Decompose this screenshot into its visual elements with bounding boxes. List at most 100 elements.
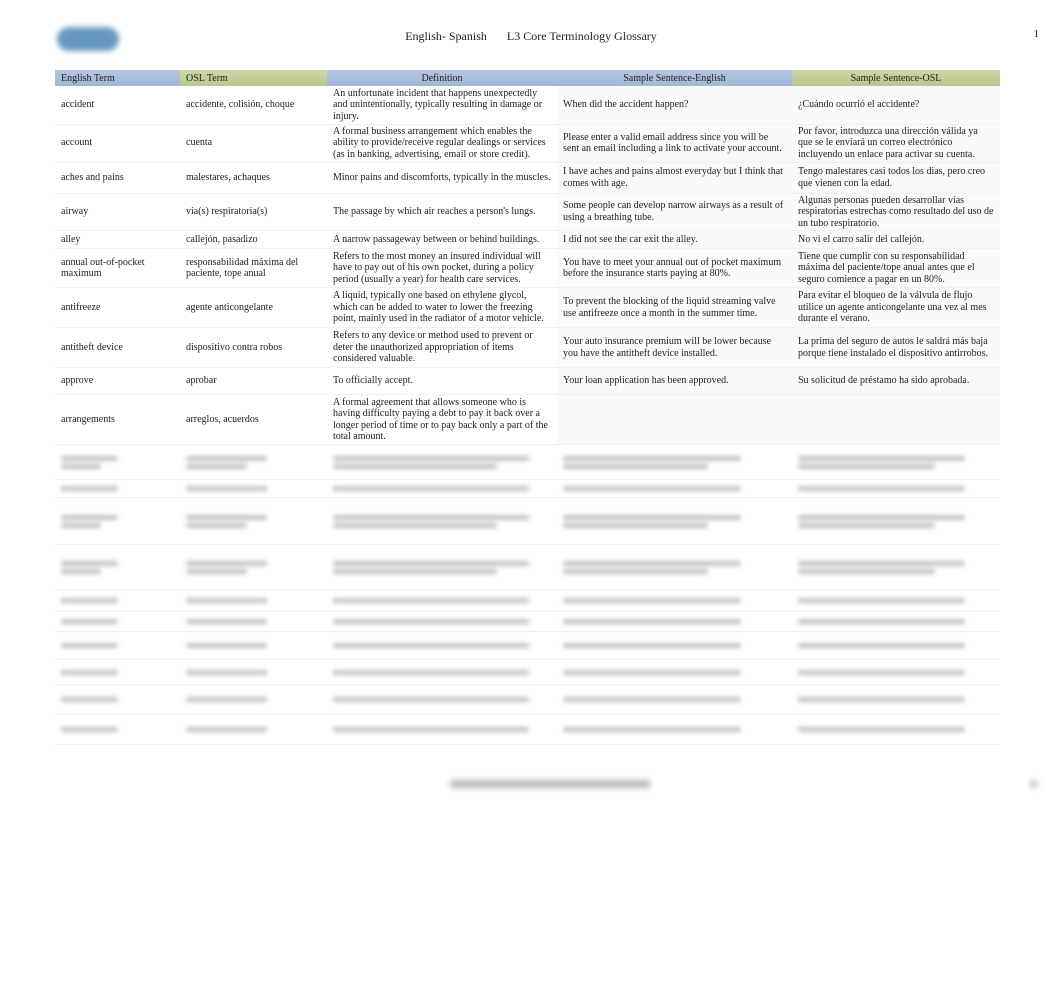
blurred-cell bbox=[557, 611, 792, 632]
table-cell: arreglos, acuerdos bbox=[180, 394, 327, 445]
blurred-cell bbox=[557, 479, 792, 498]
blurred-cell bbox=[327, 631, 557, 660]
table-row: arrangements arreglos, acuerdos A formal a… bbox=[55, 394, 1000, 445]
blurred-cell bbox=[557, 659, 792, 685]
table-cell: Refers to the most money an insured indi… bbox=[327, 248, 557, 288]
blurred-cell bbox=[327, 497, 557, 545]
blurred-cell bbox=[180, 589, 327, 612]
table-cell: An unfortunate incident that happens une… bbox=[327, 86, 557, 125]
table-cell: Su solicitud de préstamo ha sido aprobad… bbox=[792, 367, 1000, 395]
table-cell: I did not see the car exit the alley. bbox=[557, 230, 792, 249]
blurred-cell bbox=[55, 497, 180, 545]
column-header: Definition bbox=[327, 70, 557, 86]
table-cell: airway bbox=[55, 193, 180, 231]
table-cell: Por favor, introduzca una dirección váli… bbox=[792, 124, 1000, 163]
table-cell: agente anticongelante bbox=[180, 287, 327, 328]
table-cell: Refers to any device or method used to p… bbox=[327, 327, 557, 368]
table-cell: When did the accident happen? bbox=[557, 86, 792, 125]
table-cell: aprobar bbox=[180, 367, 327, 395]
table-cell: I have aches and pains almost everyday b… bbox=[557, 162, 792, 194]
table-cell: Your loan application has been approved. bbox=[557, 367, 792, 395]
table-row: account cuenta A formal business arrangeme… bbox=[55, 124, 1000, 163]
table-row: antifreeze agente anticongelante A liquid,… bbox=[55, 287, 1000, 328]
blurred-cell bbox=[327, 479, 557, 498]
blurred-cell bbox=[557, 589, 792, 612]
blurred-cell bbox=[792, 497, 1000, 545]
blurred-cell bbox=[55, 611, 180, 632]
table-cell: To officially accept. bbox=[327, 367, 557, 395]
table-row: annual out-of-pocket maximum responsabili… bbox=[55, 248, 1000, 288]
column-header: Sample Sentence-English bbox=[557, 70, 792, 86]
table-cell: aches and pains bbox=[55, 162, 180, 194]
table-cell: malestares, achaques bbox=[180, 162, 327, 194]
column-header: OSL Term bbox=[180, 70, 327, 86]
table-cell: alley bbox=[55, 230, 180, 249]
table-cell: Tengo malestares casi todos los dias, pe… bbox=[792, 162, 1000, 194]
blurred-cell bbox=[55, 714, 180, 745]
blurred-cell bbox=[180, 479, 327, 498]
table-cell: Please enter a valid email address since… bbox=[557, 124, 792, 163]
blurred-cell bbox=[180, 444, 327, 480]
blurred-cell bbox=[327, 444, 557, 480]
blurred-row bbox=[55, 544, 1000, 590]
blurred-cell bbox=[557, 714, 792, 745]
title-left: English- Spanish bbox=[405, 29, 487, 43]
table-cell: You have to meet your annual out of pock… bbox=[557, 248, 792, 288]
blurred-cell bbox=[327, 659, 557, 685]
table-cell: Some people can develop narrow airways a… bbox=[557, 193, 792, 231]
blurred-cell bbox=[327, 544, 557, 590]
blurred-cell bbox=[180, 611, 327, 632]
table-cell: A formal agreement that allows someone w… bbox=[327, 394, 557, 445]
blurred-row bbox=[55, 684, 1000, 715]
blurred-row bbox=[55, 589, 1000, 612]
table-cell bbox=[557, 394, 792, 445]
table-cell: Algunas personas pueden desarrollar vias… bbox=[792, 193, 1000, 231]
table-cell: annual out-of-pocket maximum bbox=[55, 248, 180, 288]
blurred-cell bbox=[557, 631, 792, 660]
footer-text-blurred bbox=[450, 780, 650, 788]
table-cell: A narrow passageway between or behind bu… bbox=[327, 230, 557, 249]
blurred-cell bbox=[792, 589, 1000, 612]
blurred-cell bbox=[327, 684, 557, 715]
table-cell: via(s) respiratoria(s) bbox=[180, 193, 327, 231]
page-title: English- Spanish L3 Core Terminology Glos… bbox=[0, 29, 1062, 44]
title-right: L3 Core Terminology Glossary bbox=[506, 29, 657, 43]
table-cell: accident bbox=[55, 86, 180, 125]
blurred-cell bbox=[180, 497, 327, 545]
blurred-row bbox=[55, 714, 1000, 745]
blurred-cell bbox=[180, 544, 327, 590]
table-cell bbox=[792, 394, 1000, 445]
blurred-row bbox=[55, 444, 1000, 480]
blurred-cell bbox=[792, 631, 1000, 660]
blurred-cell bbox=[327, 611, 557, 632]
blurred-cell bbox=[180, 631, 327, 660]
table-cell: Tiene que cumplir con su responsabilidad… bbox=[792, 248, 1000, 288]
blurred-cell bbox=[792, 659, 1000, 685]
blurred-cell bbox=[557, 444, 792, 480]
blurred-cell bbox=[55, 631, 180, 660]
table-cell: The passage by which air reaches a perso… bbox=[327, 193, 557, 231]
blurred-cell bbox=[327, 714, 557, 745]
blurred-cell bbox=[792, 444, 1000, 480]
table-cell: La prima del seguro de autos le saldrá m… bbox=[792, 327, 1000, 368]
table-cell: responsabilidad máxima del paciente, top… bbox=[180, 248, 327, 288]
table-cell: accidente, colisión, choque bbox=[180, 86, 327, 125]
table-cell: arrangements bbox=[55, 394, 180, 445]
table-cell: ¿Cuándo ocurrió el accidente? bbox=[792, 86, 1000, 125]
column-header: English Term bbox=[55, 70, 180, 86]
page-number: 1 bbox=[1033, 28, 1040, 40]
blurred-cell bbox=[792, 479, 1000, 498]
blurred-cell bbox=[180, 684, 327, 715]
blurred-cell bbox=[180, 714, 327, 745]
blurred-cell bbox=[792, 611, 1000, 632]
blurred-cell bbox=[55, 479, 180, 498]
blurred-cell bbox=[557, 544, 792, 590]
table-cell: account bbox=[55, 124, 180, 163]
blurred-cell bbox=[327, 589, 557, 612]
table-cell: antitheft device bbox=[55, 327, 180, 368]
blurred-row bbox=[55, 479, 1000, 498]
blurred-row bbox=[55, 611, 1000, 632]
blurred-cell bbox=[557, 497, 792, 545]
glossary-table: English Term OSL Term Definition Sample … bbox=[55, 70, 1000, 745]
table-row: accident accidente, colisión, choque An un… bbox=[55, 86, 1000, 125]
